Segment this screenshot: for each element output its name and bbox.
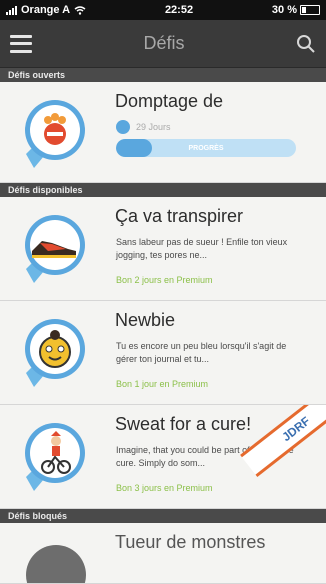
status-bar: Orange A 22:52 30 % (0, 0, 326, 20)
open-challenge-card[interactable]: Domptage de 29 Jours PROGRÈS (0, 82, 326, 183)
locked-badge-icon (26, 545, 86, 583)
tamer-badge-icon (25, 100, 85, 168)
clock: 22:52 (164, 4, 194, 16)
battery-icon (299, 5, 320, 15)
days-dot-icon (116, 120, 130, 134)
wifi-icon (74, 5, 86, 15)
section-header-open: Défis ouverts (0, 68, 326, 82)
challenge-days: 29 Jours (116, 120, 171, 134)
menu-icon[interactable] (10, 34, 32, 53)
sneaker-badge-icon (25, 215, 85, 283)
challenge-title: Domptage de (115, 91, 224, 111)
locked-challenge-card[interactable]: Tueur de monstres (0, 523, 326, 584)
challenge-description: Sans labeur pas de sueur ! Enfile ton vi… (116, 237, 288, 260)
challenge-description: Tu es encore un peu bleu lorsqu'il s'agi… (116, 341, 287, 364)
days-text: 29 Jours (136, 122, 171, 132)
challenge-bonus: Bon 1 jour en Premium (116, 379, 209, 389)
battery-percent: 30 % (271, 4, 297, 16)
search-icon[interactable] (296, 34, 316, 54)
progress-bar: PROGRÈS (116, 139, 296, 157)
challenge-title: Sweat for a cure! (115, 414, 252, 434)
section-header-locked: Défis bloqués (0, 509, 326, 523)
challenge-card[interactable]: Newbie Tu es encore un peu bleu lorsqu'i… (0, 301, 326, 405)
section-header-available: Défis disponibles (0, 183, 326, 197)
status-left: Orange A (6, 4, 86, 16)
challenge-title: Tueur de monstres (115, 532, 266, 552)
cyclist-badge-icon (25, 423, 85, 491)
challenge-title: Newbie (115, 310, 176, 330)
nav-bar: Défis (0, 20, 326, 68)
page-title: Défis (143, 33, 185, 53)
challenge-title: Ça va transpirer (115, 206, 244, 226)
status-right: 30 % (272, 4, 320, 16)
newbie-badge-icon (25, 319, 85, 387)
challenge-bonus: Bon 3 jours en Premium (116, 483, 213, 493)
progress-label: PROGRÈS (188, 144, 224, 152)
signal-icon (6, 5, 17, 15)
challenge-bonus: Bon 2 jours en Premium (116, 275, 213, 285)
carrier-name: Orange A (21, 4, 71, 16)
challenge-card[interactable]: Sweat for a cure! Imagine, that you coul… (0, 405, 326, 509)
challenge-card[interactable]: Ça va transpirer Sans labeur pas de sueu… (0, 197, 326, 301)
